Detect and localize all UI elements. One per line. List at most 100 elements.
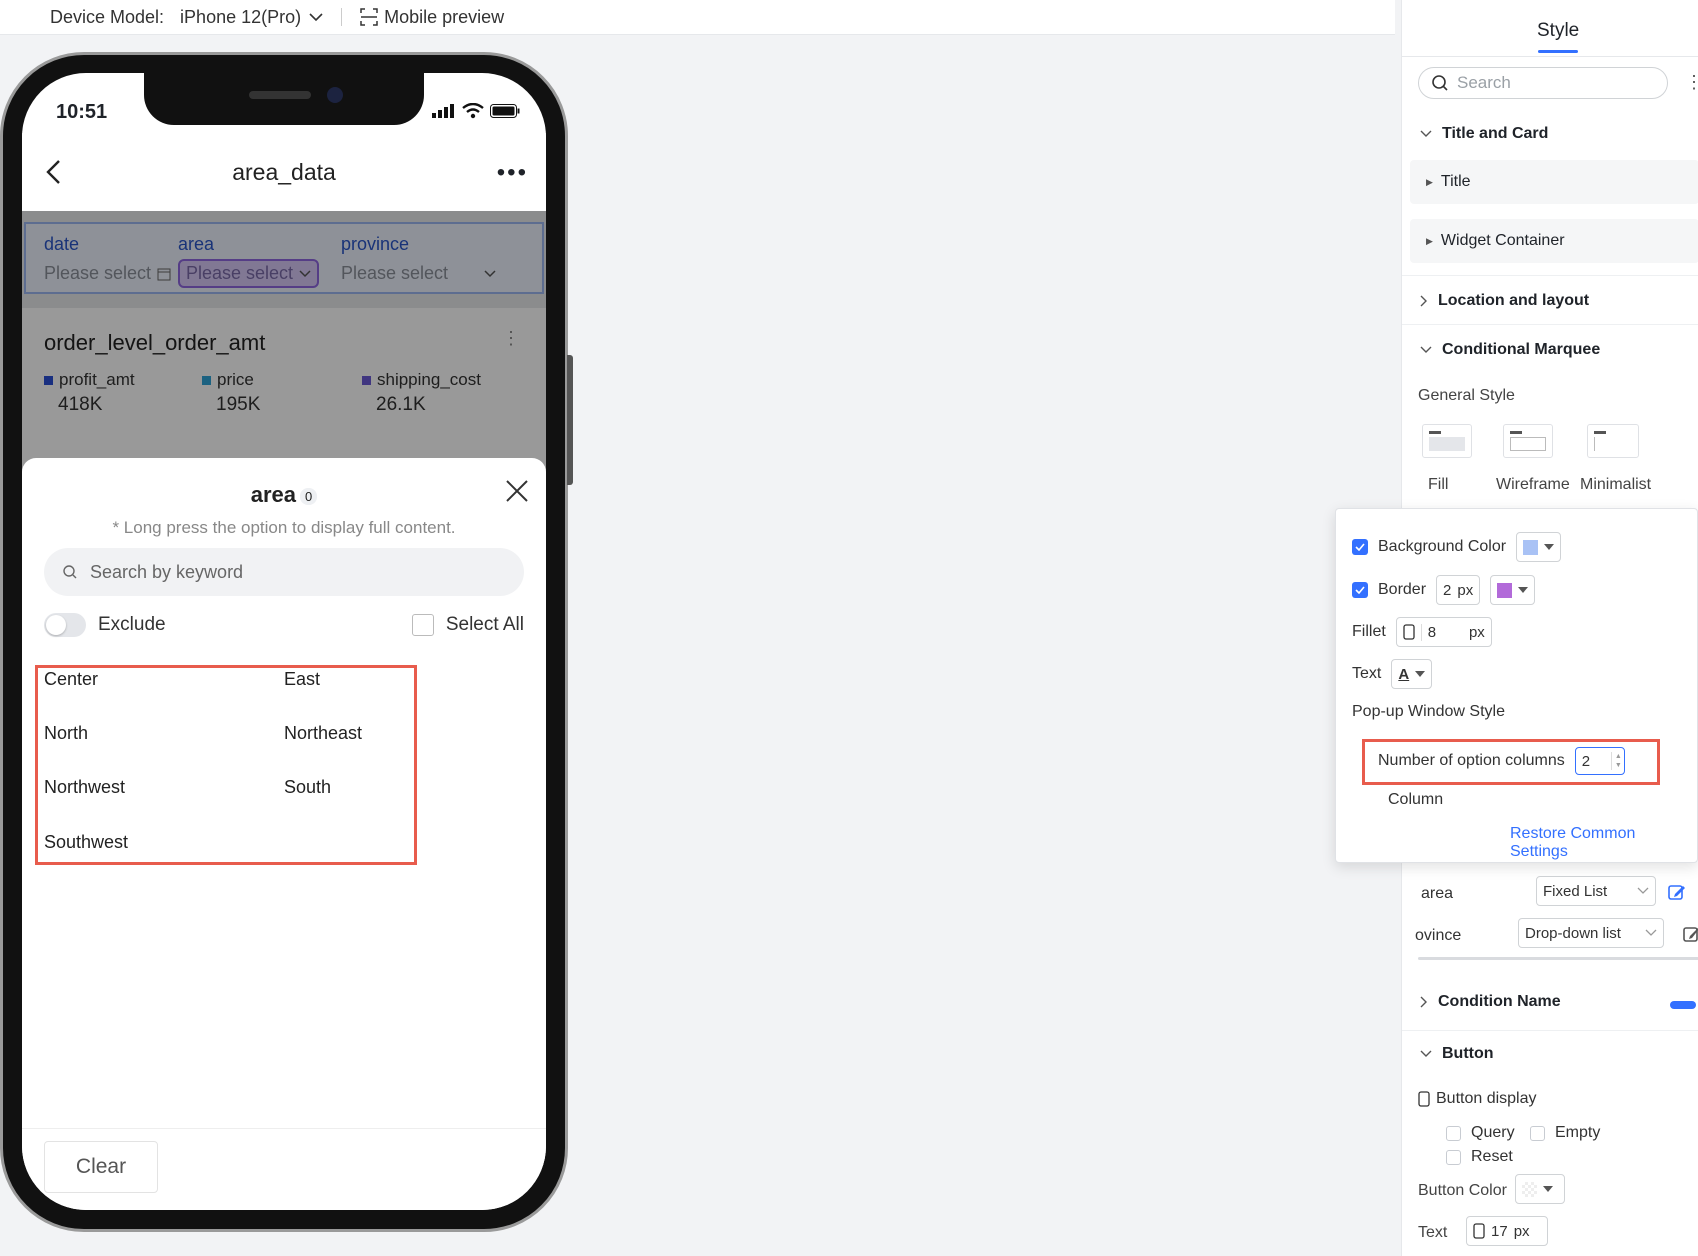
- mobile-icon: [1473, 1223, 1485, 1239]
- device-model-value: iPhone 12(Pro): [180, 6, 302, 27]
- empty-option[interactable]: Empty: [1530, 1124, 1600, 1142]
- caret-right-icon: ▶: [1426, 235, 1433, 246]
- option-item[interactable]: Northwest: [44, 777, 125, 798]
- condition-name-toggle[interactable]: [1670, 1001, 1696, 1009]
- option-item[interactable]: Southwest: [44, 832, 128, 853]
- checkbox-checked[interactable]: [1352, 539, 1368, 555]
- option-item[interactable]: South: [284, 777, 331, 798]
- checkbox[interactable]: [411, 613, 434, 636]
- scrollbar[interactable]: [1418, 957, 1698, 960]
- device-model-select[interactable]: iPhone 12(Pro): [180, 7, 323, 28]
- option-item[interactable]: East: [284, 669, 320, 690]
- px-unit: px: [1513, 1222, 1530, 1240]
- exclude-toggle[interactable]: Exclude: [44, 613, 166, 637]
- border-label: Border: [1378, 581, 1427, 598]
- scan-icon: [360, 8, 378, 26]
- tab-style[interactable]: Style: [1537, 20, 1579, 42]
- search-placeholder: Search by keyword: [90, 561, 244, 582]
- field-type-select[interactable]: Drop-down list: [1518, 918, 1664, 948]
- stepper-arrows[interactable]: ▲ ▼: [1610, 752, 1622, 770]
- sheet-footer: Clear: [22, 1128, 546, 1210]
- mobile-icon: [1403, 624, 1415, 640]
- vertical-more-icon[interactable]: ⋮: [1685, 72, 1698, 93]
- empty-label: Empty: [1555, 1124, 1601, 1141]
- border-width-input[interactable]: 2 px: [1436, 575, 1481, 605]
- section-conditional-marquee[interactable]: Conditional Marquee: [1420, 341, 1600, 359]
- checkbox[interactable]: [1446, 1125, 1461, 1141]
- subsection-label: Widget Container: [1440, 232, 1565, 249]
- button-color-label: Button Color: [1418, 1182, 1507, 1199]
- toggle-switch[interactable]: [44, 613, 86, 637]
- field-type-select[interactable]: Fixed List: [1536, 876, 1656, 906]
- subsection-title[interactable]: ▶ Title: [1410, 160, 1698, 204]
- checkbox[interactable]: [1530, 1125, 1545, 1141]
- search-placeholder: Search: [1457, 73, 1511, 92]
- section-label: Title and Card: [1442, 125, 1549, 142]
- style-minimalist-option[interactable]: [1587, 424, 1639, 458]
- chevron-down-icon: [1645, 929, 1657, 936]
- close-icon[interactable]: [504, 478, 530, 504]
- field-row-area: area Fixed List: [1418, 874, 1698, 914]
- background-color-picker[interactable]: [1516, 532, 1562, 562]
- more-icon[interactable]: •••: [497, 159, 528, 187]
- down-arrow-icon[interactable]: ▼: [1615, 761, 1622, 770]
- sheet-title: area 0: [22, 482, 546, 508]
- style-wireframe-option[interactable]: [1503, 424, 1553, 458]
- button-display-label: Button display: [1436, 1090, 1537, 1107]
- chevron-down-icon: [1637, 887, 1649, 894]
- status-icons: [432, 103, 520, 119]
- edit-icon[interactable]: [1668, 883, 1686, 901]
- num-columns-value: 2: [1581, 752, 1591, 770]
- px-unit: px: [1457, 581, 1474, 599]
- section-title-and-card[interactable]: Title and Card: [1420, 125, 1548, 143]
- edit-icon[interactable]: [1683, 925, 1698, 943]
- style-fill-option[interactable]: [1422, 424, 1472, 458]
- button-display-row: Button display: [1418, 1090, 1537, 1108]
- reset-option[interactable]: Reset: [1446, 1148, 1513, 1166]
- border-color-picker[interactable]: [1490, 575, 1536, 605]
- text-color-picker[interactable]: A: [1391, 659, 1433, 689]
- up-arrow-icon[interactable]: ▲: [1615, 752, 1622, 761]
- border-width-value: 2: [1443, 581, 1452, 599]
- thumb-body: [1510, 437, 1546, 451]
- fillet-value: 8: [1420, 623, 1463, 641]
- checkbox-checked[interactable]: [1352, 582, 1368, 598]
- option-item[interactable]: North: [44, 723, 88, 744]
- section-button[interactable]: Button: [1420, 1045, 1494, 1063]
- sheet-title-text: area: [250, 482, 297, 507]
- option-item[interactable]: Center: [44, 669, 98, 690]
- mobile-icon: [1418, 1091, 1430, 1107]
- field-type-value: Drop-down list: [1525, 924, 1621, 942]
- section-location-layout[interactable]: Location and layout: [1420, 292, 1589, 310]
- dim-overlay: [22, 211, 546, 481]
- button-color-picker[interactable]: [1515, 1174, 1565, 1204]
- active-tab-indicator: [1538, 50, 1578, 53]
- color-swatch: [1497, 582, 1513, 598]
- restore-common-settings-link[interactable]: Restore Common Settings: [1510, 825, 1697, 861]
- subsection-label: Title: [1440, 173, 1471, 190]
- phone-frame: 10:51 area_data ••• date Please select a…: [0, 52, 573, 1232]
- option-item[interactable]: Northeast: [284, 723, 362, 744]
- text-size-input[interactable]: 17 px: [1466, 1216, 1548, 1246]
- query-option[interactable]: Query: [1446, 1124, 1515, 1142]
- divider: [341, 8, 343, 26]
- fillet-input[interactable]: 8 px: [1395, 617, 1492, 647]
- chevron-down-icon: [309, 13, 323, 22]
- mobile-preview-button[interactable]: Mobile preview: [360, 7, 504, 28]
- select-all-checkbox[interactable]: Select All: [411, 613, 524, 636]
- long-press-hint: * Long press the option to display full …: [112, 518, 456, 537]
- subsection-widget-container[interactable]: ▶ Widget Container: [1410, 219, 1698, 263]
- marquee-style-popover: Background Color Border 2 px Fillet 8 px …: [1335, 508, 1698, 863]
- panel-search-input[interactable]: Search: [1418, 67, 1668, 99]
- num-columns-stepper[interactable]: 2 ▲ ▼: [1574, 747, 1625, 775]
- query-label: Query: [1471, 1124, 1515, 1141]
- section-condition-name[interactable]: Condition Name: [1420, 993, 1561, 1011]
- text-label: Text: [1352, 665, 1382, 682]
- text-size-value: 17: [1491, 1222, 1508, 1240]
- status-time: 10:51: [56, 101, 108, 123]
- keyword-search-input[interactable]: Search by keyword: [44, 548, 524, 596]
- checkbox[interactable]: [1446, 1149, 1461, 1165]
- chevron-down-icon: [1420, 130, 1432, 137]
- back-arrow-icon[interactable]: [44, 159, 62, 185]
- clear-button[interactable]: Clear: [44, 1141, 158, 1193]
